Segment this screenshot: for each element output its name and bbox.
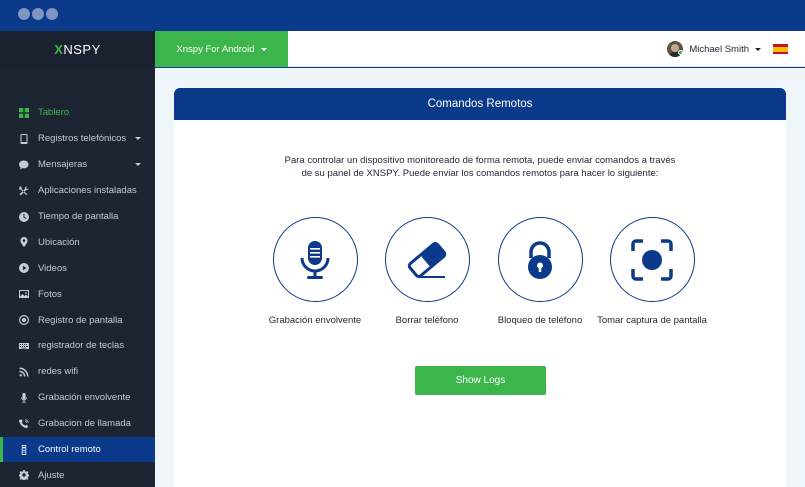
sidebar-item-grabacion-envolvente[interactable]: Grabación envolvente	[0, 385, 155, 411]
window-dot-icon[interactable]	[32, 8, 44, 20]
sidebar-item-label: Videos	[38, 262, 67, 274]
device-selector-button[interactable]: Xnspy For Android	[155, 31, 288, 67]
borrar-telefono-button[interactable]	[384, 217, 470, 302]
feature-label: Tomar captura de pantalla	[597, 315, 707, 326]
logo-area[interactable]: XNSPY	[0, 31, 155, 67]
sidebar-item-registro-pantalla[interactable]: Registro de pantalla	[0, 307, 155, 333]
gear-icon	[19, 470, 29, 481]
eraser-icon	[407, 241, 447, 278]
device-selector-label: Xnspy For Android	[176, 43, 255, 55]
user-menu[interactable]: Michael Smith	[667, 40, 761, 58]
window-dot-icon[interactable]	[18, 8, 30, 20]
sidebar-item-label: registrador de teclas	[38, 340, 125, 352]
screenshot-icon	[631, 238, 673, 281]
feature-label: Grabación envolvente	[268, 315, 362, 326]
sidebar-item-label: Mensajeras	[38, 159, 88, 171]
microphone-icon	[300, 240, 330, 279]
sidebar-item-mensajeras[interactable]: Mensajeras	[0, 152, 155, 178]
record-icon	[19, 315, 29, 326]
sidebar-item-label: redes wifi	[38, 366, 79, 378]
sidebar-item-registrador-teclas[interactable]: registrador de teclas	[0, 333, 155, 359]
sidebar-item-tiempo-pantalla[interactable]: Tiempo de pantalla	[0, 204, 155, 230]
location-pin-icon	[19, 237, 29, 248]
feature-borrar-telefono: Borrar teléfono	[362, 217, 492, 326]
feature-label: Borrar teléfono	[395, 315, 459, 326]
sidebar-item-ubicacion[interactable]: Ubicación	[0, 229, 155, 255]
phone-icon	[19, 133, 29, 144]
sidebar-item-aplicaciones[interactable]: Aplicaciones instaladas	[0, 178, 155, 204]
sidebar-item-redes-wifi[interactable]: redes wifi	[0, 359, 155, 385]
feature-grabacion-envolvente: Grabación envolvente	[250, 217, 380, 326]
play-icon	[19, 263, 29, 274]
feature-captura-pantalla: Tomar captura de pantalla	[587, 217, 717, 326]
sidebar-item-videos[interactable]: Videos	[0, 255, 155, 281]
show-logs-button[interactable]: Show Logs	[415, 366, 546, 395]
microphone-icon	[19, 392, 29, 403]
sidebar-item-label: Ubicación	[38, 236, 80, 248]
chevron-down-icon	[135, 136, 141, 140]
grabacion-envolvente-button[interactable]	[272, 217, 358, 302]
feature-label: Bloqueo de teléfono	[497, 315, 583, 326]
sidebar-item-label: Fotos	[38, 288, 62, 300]
sidebar-item-ajuste[interactable]: Ajuste	[0, 462, 155, 487]
bloqueo-telefono-button[interactable]	[497, 217, 583, 302]
sidebar-nav: Tablero Registros telefónicos Mensajeras…	[0, 100, 155, 487]
sidebar-item-tablero[interactable]: Tablero	[0, 100, 155, 126]
captura-pantalla-button[interactable]	[609, 217, 695, 302]
sidebar-item-label: Registros telefónicos	[38, 133, 127, 145]
spain-flag-icon[interactable]	[773, 44, 788, 54]
window-titlebar	[0, 0, 805, 31]
wifi-icon	[19, 367, 29, 377]
sidebar-item-label: Tablero	[38, 107, 70, 119]
sidebar-item-label: Ajuste	[38, 469, 65, 481]
sidebar-item-label: Aplicaciones instaladas	[38, 185, 137, 197]
page-title: Comandos Remotos	[174, 88, 786, 120]
top-bar: Xnspy For Android Michael Smith	[155, 31, 805, 67]
sidebar-item-fotos[interactable]: Fotos	[0, 281, 155, 307]
padlock-icon	[528, 240, 552, 279]
remote-commands-card: Comandos Remotos Para controlar un dispo…	[174, 88, 786, 487]
keyboard-icon	[19, 341, 29, 351]
chevron-down-icon	[755, 47, 761, 51]
sidebar-item-label: Grabacion de llamada	[38, 418, 131, 430]
sidebar-item-control-remoto[interactable]: Control remoto	[0, 436, 155, 463]
chevron-down-icon	[135, 162, 141, 166]
tools-icon	[19, 185, 29, 196]
remote-control-icon	[19, 444, 29, 455]
sidebar-item-grabacion-llamada[interactable]: Grabacion de llamada	[0, 411, 155, 437]
window-dot-icon[interactable]	[46, 8, 58, 20]
dashboard-icon	[19, 107, 29, 118]
user-name: Michael Smith	[689, 43, 749, 55]
image-icon	[19, 289, 29, 299]
sidebar-item-registros-telefonicos[interactable]: Registros telefónicos	[0, 126, 155, 152]
clock-icon	[19, 211, 29, 222]
chevron-down-icon	[260, 47, 267, 51]
chat-icon	[19, 160, 29, 170]
brand-logo: XNSPY	[54, 41, 101, 57]
online-status-dot-icon	[678, 50, 684, 55]
intro-text: Para controlar un dispositivo monitoread…	[284, 155, 676, 179]
sidebar-item-label: Grabación envolvente	[38, 392, 131, 404]
sidebar-item-label: Control remoto	[38, 444, 101, 456]
main-content: Comandos Remotos Para controlar un dispo…	[155, 68, 805, 487]
sidebar-item-label: Tiempo de pantalla	[38, 211, 119, 222]
sidebar-item-label: Registro de pantalla	[38, 314, 123, 326]
feature-bloqueo-telefono: Bloqueo de teléfono	[475, 217, 605, 326]
call-recording-icon	[19, 418, 29, 429]
sidebar: XNSPY Tablero Registros telefónicos Mens…	[0, 31, 155, 487]
